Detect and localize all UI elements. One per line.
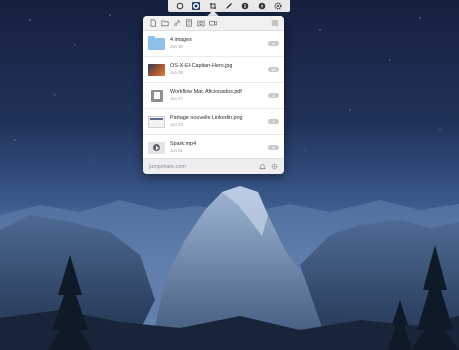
file-date: Jun 01 — [170, 148, 183, 153]
view-count-badge: 0 — [268, 145, 279, 150]
file-date: Jun 30 — [170, 44, 183, 49]
popover-toolbar — [143, 16, 284, 31]
view-count-badge: 4 — [268, 93, 279, 98]
settings-icon[interactable] — [274, 2, 282, 10]
list-item[interactable]: OS-X-El-Capitan-Hero.jpg Jun 08 13 — [143, 57, 284, 83]
view-count-badge: 4 — [268, 41, 279, 46]
video-icon[interactable] — [208, 19, 217, 28]
crop-screenshot-icon[interactable] — [209, 2, 217, 10]
file-meta: OS-X-El-Capitan-Hero.jpg Jun 08 — [170, 63, 268, 76]
file-date: Jun 03 — [170, 122, 183, 127]
file-date: Jun 08 — [170, 70, 183, 75]
file-list: 4 images Jun 30 4 OS-X-El-Capitan-Hero.j… — [143, 31, 284, 161]
list-item[interactable]: Workflow Mac Aficionados.pdf Jun 07 4 — [143, 83, 284, 109]
circle-icon[interactable] — [176, 2, 184, 10]
menu-icon[interactable] — [270, 19, 279, 28]
file-name: Spark.mp4 — [170, 141, 197, 147]
file-name: 4 images — [170, 37, 192, 43]
bolt-icon[interactable] — [258, 2, 266, 10]
video-thumbnail — [148, 141, 165, 154]
folder-icon[interactable] — [160, 19, 169, 28]
info-icon[interactable] — [241, 2, 249, 10]
file-name: Partage nouvelle Linkedin.png — [170, 115, 243, 121]
pen-icon[interactable] — [225, 2, 233, 10]
gear-icon[interactable] — [270, 163, 278, 171]
view-count-badge: 1 — [268, 119, 279, 124]
view-count-badge: 13 — [268, 67, 279, 72]
camera-icon[interactable] — [196, 19, 205, 28]
file-name: Workflow Mac Aficionados.pdf — [170, 89, 242, 95]
jumpshare-icon[interactable] — [192, 2, 201, 10]
list-item[interactable]: Partage nouvelle Linkedin.png Jun 03 1 — [143, 109, 284, 135]
file-meta: 4 images Jun 30 — [170, 37, 268, 50]
folder-thumbnail — [148, 35, 165, 50]
file-name: OS-X-El-Capitan-Hero.jpg — [170, 63, 233, 69]
new-file-icon[interactable] — [148, 19, 157, 28]
jumpshare-link[interactable]: jumpshare.com — [149, 164, 254, 170]
pdf-thumbnail — [151, 89, 163, 102]
file-date: Jun 07 — [170, 96, 183, 101]
link-icon[interactable] — [172, 19, 181, 28]
popover-footer: jumpshare.com — [143, 158, 284, 174]
image-thumbnail — [148, 63, 165, 76]
bell-icon[interactable] — [258, 163, 266, 171]
jumpshare-popover: 4 images Jun 30 4 OS-X-El-Capitan-Hero.j… — [143, 16, 284, 174]
list-item[interactable]: 4 images Jun 30 4 — [143, 31, 284, 57]
file-meta: Spark.mp4 Jun 01 — [170, 141, 268, 154]
screenshot-thumbnail — [148, 115, 165, 128]
menu-bar — [168, 0, 290, 12]
file-meta: Partage nouvelle Linkedin.png Jun 03 — [170, 115, 268, 128]
note-icon[interactable] — [184, 19, 193, 28]
file-meta: Workflow Mac Aficionados.pdf Jun 07 — [170, 89, 268, 102]
